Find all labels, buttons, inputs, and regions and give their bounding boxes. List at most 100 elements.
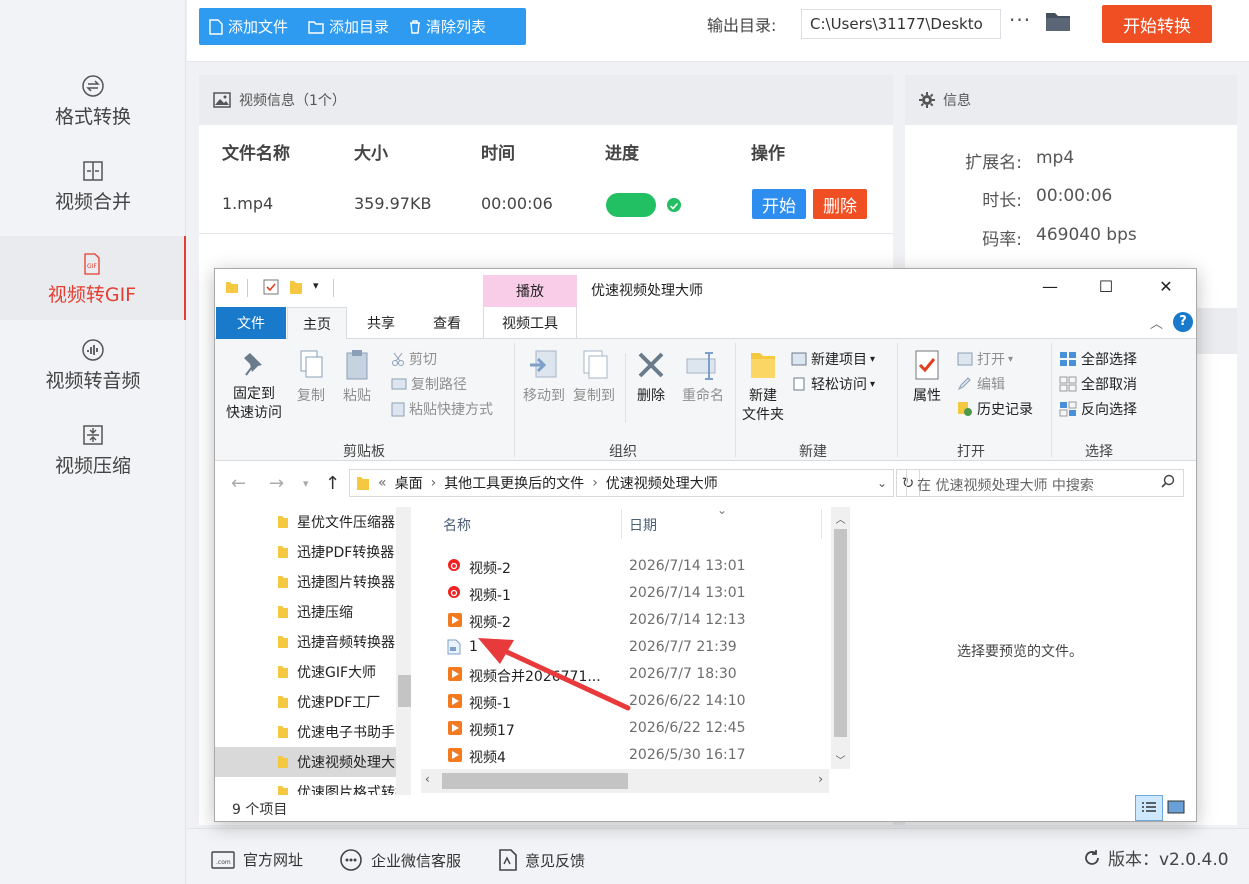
paste-shortcut-button[interactable]: 粘贴快捷方式 bbox=[391, 399, 493, 419]
forward-button[interactable]: → bbox=[269, 473, 284, 494]
nav-folder-item[interactable]: 优速电子书助手 bbox=[215, 717, 411, 747]
file-row[interactable]: 视频17 2026/6/22 12:45 bbox=[421, 715, 829, 742]
up-button[interactable]: ↑ bbox=[325, 473, 340, 494]
back-button[interactable]: ← bbox=[231, 473, 246, 494]
nav-folder-item-selected[interactable]: 优速视频处理大师 bbox=[215, 747, 411, 777]
edit-button[interactable]: 编辑 bbox=[957, 374, 1005, 394]
new-folder-button[interactable]: 新建 文件夹 bbox=[739, 349, 787, 425]
delete-file-button[interactable]: 删除 bbox=[629, 349, 673, 406]
add-file-button[interactable]: 添加文件 bbox=[199, 8, 298, 45]
tab-view[interactable]: 查看 bbox=[417, 307, 477, 339]
maximize-button[interactable]: ☐ bbox=[1083, 277, 1129, 296]
easy-access-dropdown[interactable]: 轻松访问 ▾ bbox=[791, 374, 875, 394]
nav-folder-item[interactable]: 优速GIF大师 bbox=[215, 657, 411, 687]
sidebar-item-video-compress[interactable]: 视频压缩 bbox=[0, 423, 186, 507]
history-label: 历史记录 bbox=[977, 402, 1033, 418]
address-bar[interactable]: « 桌面 › 其他工具更换后的文件 › 优速视频处理大师 ⌄ bbox=[349, 469, 894, 497]
file-row[interactable]: 视频-1 2026/6/22 14:10 bbox=[421, 688, 829, 715]
breadcrumb-current[interactable]: 优速视频处理大师 bbox=[606, 473, 718, 493]
pin-quick-access-button[interactable]: 固定到 快速访问 bbox=[225, 349, 283, 423]
nav-folder-item[interactable]: 优速图片格式转换器 bbox=[215, 777, 411, 795]
minimize-button[interactable]: — bbox=[1027, 277, 1073, 296]
nav-scroll-thumb[interactable] bbox=[398, 675, 411, 707]
add-directory-button[interactable]: 添加目录 bbox=[298, 8, 399, 45]
official-website-link[interactable]: .com 官方网址 bbox=[211, 849, 303, 870]
recent-locations-dropdown[interactable]: ▾ bbox=[303, 477, 309, 490]
nav-folder-item[interactable]: 优速PDF工厂 bbox=[215, 687, 411, 717]
rename-button[interactable]: 重命名 bbox=[677, 349, 729, 406]
sidebar-item-video-merge[interactable]: 视频合并 bbox=[0, 159, 186, 243]
invert-selection-button[interactable]: 反向选择 bbox=[1059, 399, 1137, 419]
scroll-left-icon[interactable]: ‹ bbox=[425, 772, 430, 786]
nav-folder-item[interactable]: 迅捷音频转换器 bbox=[215, 627, 411, 657]
sidebar-item-video-to-audio[interactable]: 视频转音频 bbox=[0, 338, 186, 422]
breadcrumb-desktop[interactable]: 桌面 bbox=[395, 473, 423, 493]
open-folder-button[interactable] bbox=[1045, 10, 1071, 36]
quick-access-dropdown-icon[interactable]: ▾ bbox=[313, 279, 319, 292]
search-placeholder: 在 优速视频处理大师 中搜索 bbox=[917, 478, 1094, 494]
feedback-link[interactable]: 意见反馈 bbox=[499, 849, 585, 871]
column-header-name[interactable]: 名称 bbox=[443, 515, 471, 535]
cut-button[interactable]: 剪切 bbox=[391, 349, 437, 369]
breadcrumb-other-tools[interactable]: 其他工具更换后的文件 bbox=[444, 473, 584, 493]
scroll-down-icon[interactable]: ﹀ bbox=[831, 752, 850, 767]
copy-to-button[interactable]: 复制到 bbox=[569, 349, 619, 406]
move-to-button[interactable]: 移动到 bbox=[519, 349, 569, 406]
clear-list-button[interactable]: 清除列表 bbox=[399, 8, 496, 45]
tab-file[interactable]: 文件 bbox=[216, 307, 286, 339]
file-row[interactable]: 视频-1 2026/7/14 13:01 bbox=[421, 580, 829, 607]
paste-button[interactable]: 粘贴 bbox=[337, 349, 377, 406]
tab-video-tools[interactable]: 视频工具 bbox=[483, 307, 577, 339]
tab-home[interactable]: 主页 bbox=[287, 307, 347, 339]
navigation-pane: 星优文件压缩器 迅捷PDF转换器 迅捷图片转换器 迅捷压缩 迅捷音频转换器 优速… bbox=[215, 507, 411, 795]
thumbnails-view-button[interactable] bbox=[1167, 799, 1185, 819]
output-dir-input[interactable]: C:\Users\31177\Deskto bbox=[801, 9, 1001, 39]
column-divider[interactable] bbox=[621, 509, 622, 539]
new-folder-quick-icon[interactable] bbox=[289, 279, 303, 295]
collapse-ribbon-icon[interactable]: ︿ bbox=[1150, 313, 1163, 332]
start-convert-button[interactable]: 开始转换 bbox=[1102, 5, 1212, 43]
search-input[interactable]: 在 优速视频处理大师 中搜索 bbox=[906, 469, 1184, 497]
scroll-right-icon[interactable]: › bbox=[818, 772, 823, 786]
select-all-button[interactable]: 全部选择 bbox=[1059, 349, 1137, 369]
column-header-date[interactable]: 日期 bbox=[629, 515, 657, 535]
more-options-button[interactable]: ··· bbox=[1009, 8, 1031, 32]
context-tab-play[interactable]: 播放 bbox=[483, 275, 577, 307]
sidebar-item-format-convert[interactable]: 格式转换 bbox=[0, 74, 186, 158]
file-row[interactable]: 视频合并2026771... 2026/7/7 18:30 bbox=[421, 661, 829, 688]
nav-scrollbar[interactable] bbox=[396, 507, 411, 795]
nav-folder-item[interactable]: 迅捷图片转换器 bbox=[215, 567, 411, 597]
select-none-button[interactable]: 全部取消 bbox=[1059, 374, 1137, 394]
nav-folder-item[interactable]: 星优文件压缩器 bbox=[215, 507, 411, 537]
wechat-support-link[interactable]: 企业微信客服 bbox=[339, 849, 461, 871]
open-button[interactable]: 打开 ▾ bbox=[957, 349, 1013, 369]
pin-icon bbox=[244, 353, 262, 376]
file-row[interactable]: 视频-2 2026/7/14 13:01 bbox=[421, 553, 829, 580]
new-item-dropdown[interactable]: 新建项目 ▾ bbox=[791, 349, 875, 369]
address-dropdown-icon[interactable]: ⌄ bbox=[877, 476, 887, 490]
properties-check-icon[interactable] bbox=[263, 279, 279, 295]
nav-folder-item[interactable]: 迅捷PDF转换器 bbox=[215, 537, 411, 567]
history-button[interactable]: 历史记录 bbox=[957, 399, 1033, 419]
sidebar-item-video-to-gif[interactable]: GIF 视频转GIF bbox=[0, 236, 186, 320]
file-row[interactable]: 视频4 2026/5/30 16:17 bbox=[421, 742, 829, 769]
column-divider[interactable] bbox=[821, 509, 822, 539]
tab-share[interactable]: 共享 bbox=[351, 307, 411, 339]
copy-button[interactable]: 复制 bbox=[291, 349, 331, 406]
help-icon[interactable]: ? bbox=[1173, 312, 1193, 332]
nav-folder-item[interactable]: 迅捷压缩 bbox=[215, 597, 411, 627]
copy-path-button[interactable]: 复制路径 bbox=[391, 374, 467, 394]
file-row[interactable]: 1 2026/7/7 21:39 bbox=[421, 634, 829, 661]
details-view-button[interactable] bbox=[1135, 795, 1163, 821]
vertical-scroll-thumb[interactable] bbox=[834, 529, 847, 737]
delete-button[interactable]: 删除 bbox=[813, 189, 867, 219]
close-button[interactable]: ✕ bbox=[1143, 277, 1189, 296]
scroll-up-icon[interactable]: ︿ bbox=[831, 507, 850, 526]
address-overflow[interactable]: « bbox=[378, 475, 387, 491]
properties-button[interactable]: 属性 bbox=[905, 349, 949, 406]
item-count: 9 个项目 bbox=[232, 802, 288, 818]
start-button[interactable]: 开始 bbox=[752, 189, 806, 219]
file-row[interactable]: 视频-2 2026/7/14 12:13 bbox=[421, 607, 829, 634]
horizontal-scroll-thumb[interactable] bbox=[442, 773, 628, 789]
version-info[interactable]: 版本：v2.0.4.0 bbox=[1082, 845, 1229, 870]
